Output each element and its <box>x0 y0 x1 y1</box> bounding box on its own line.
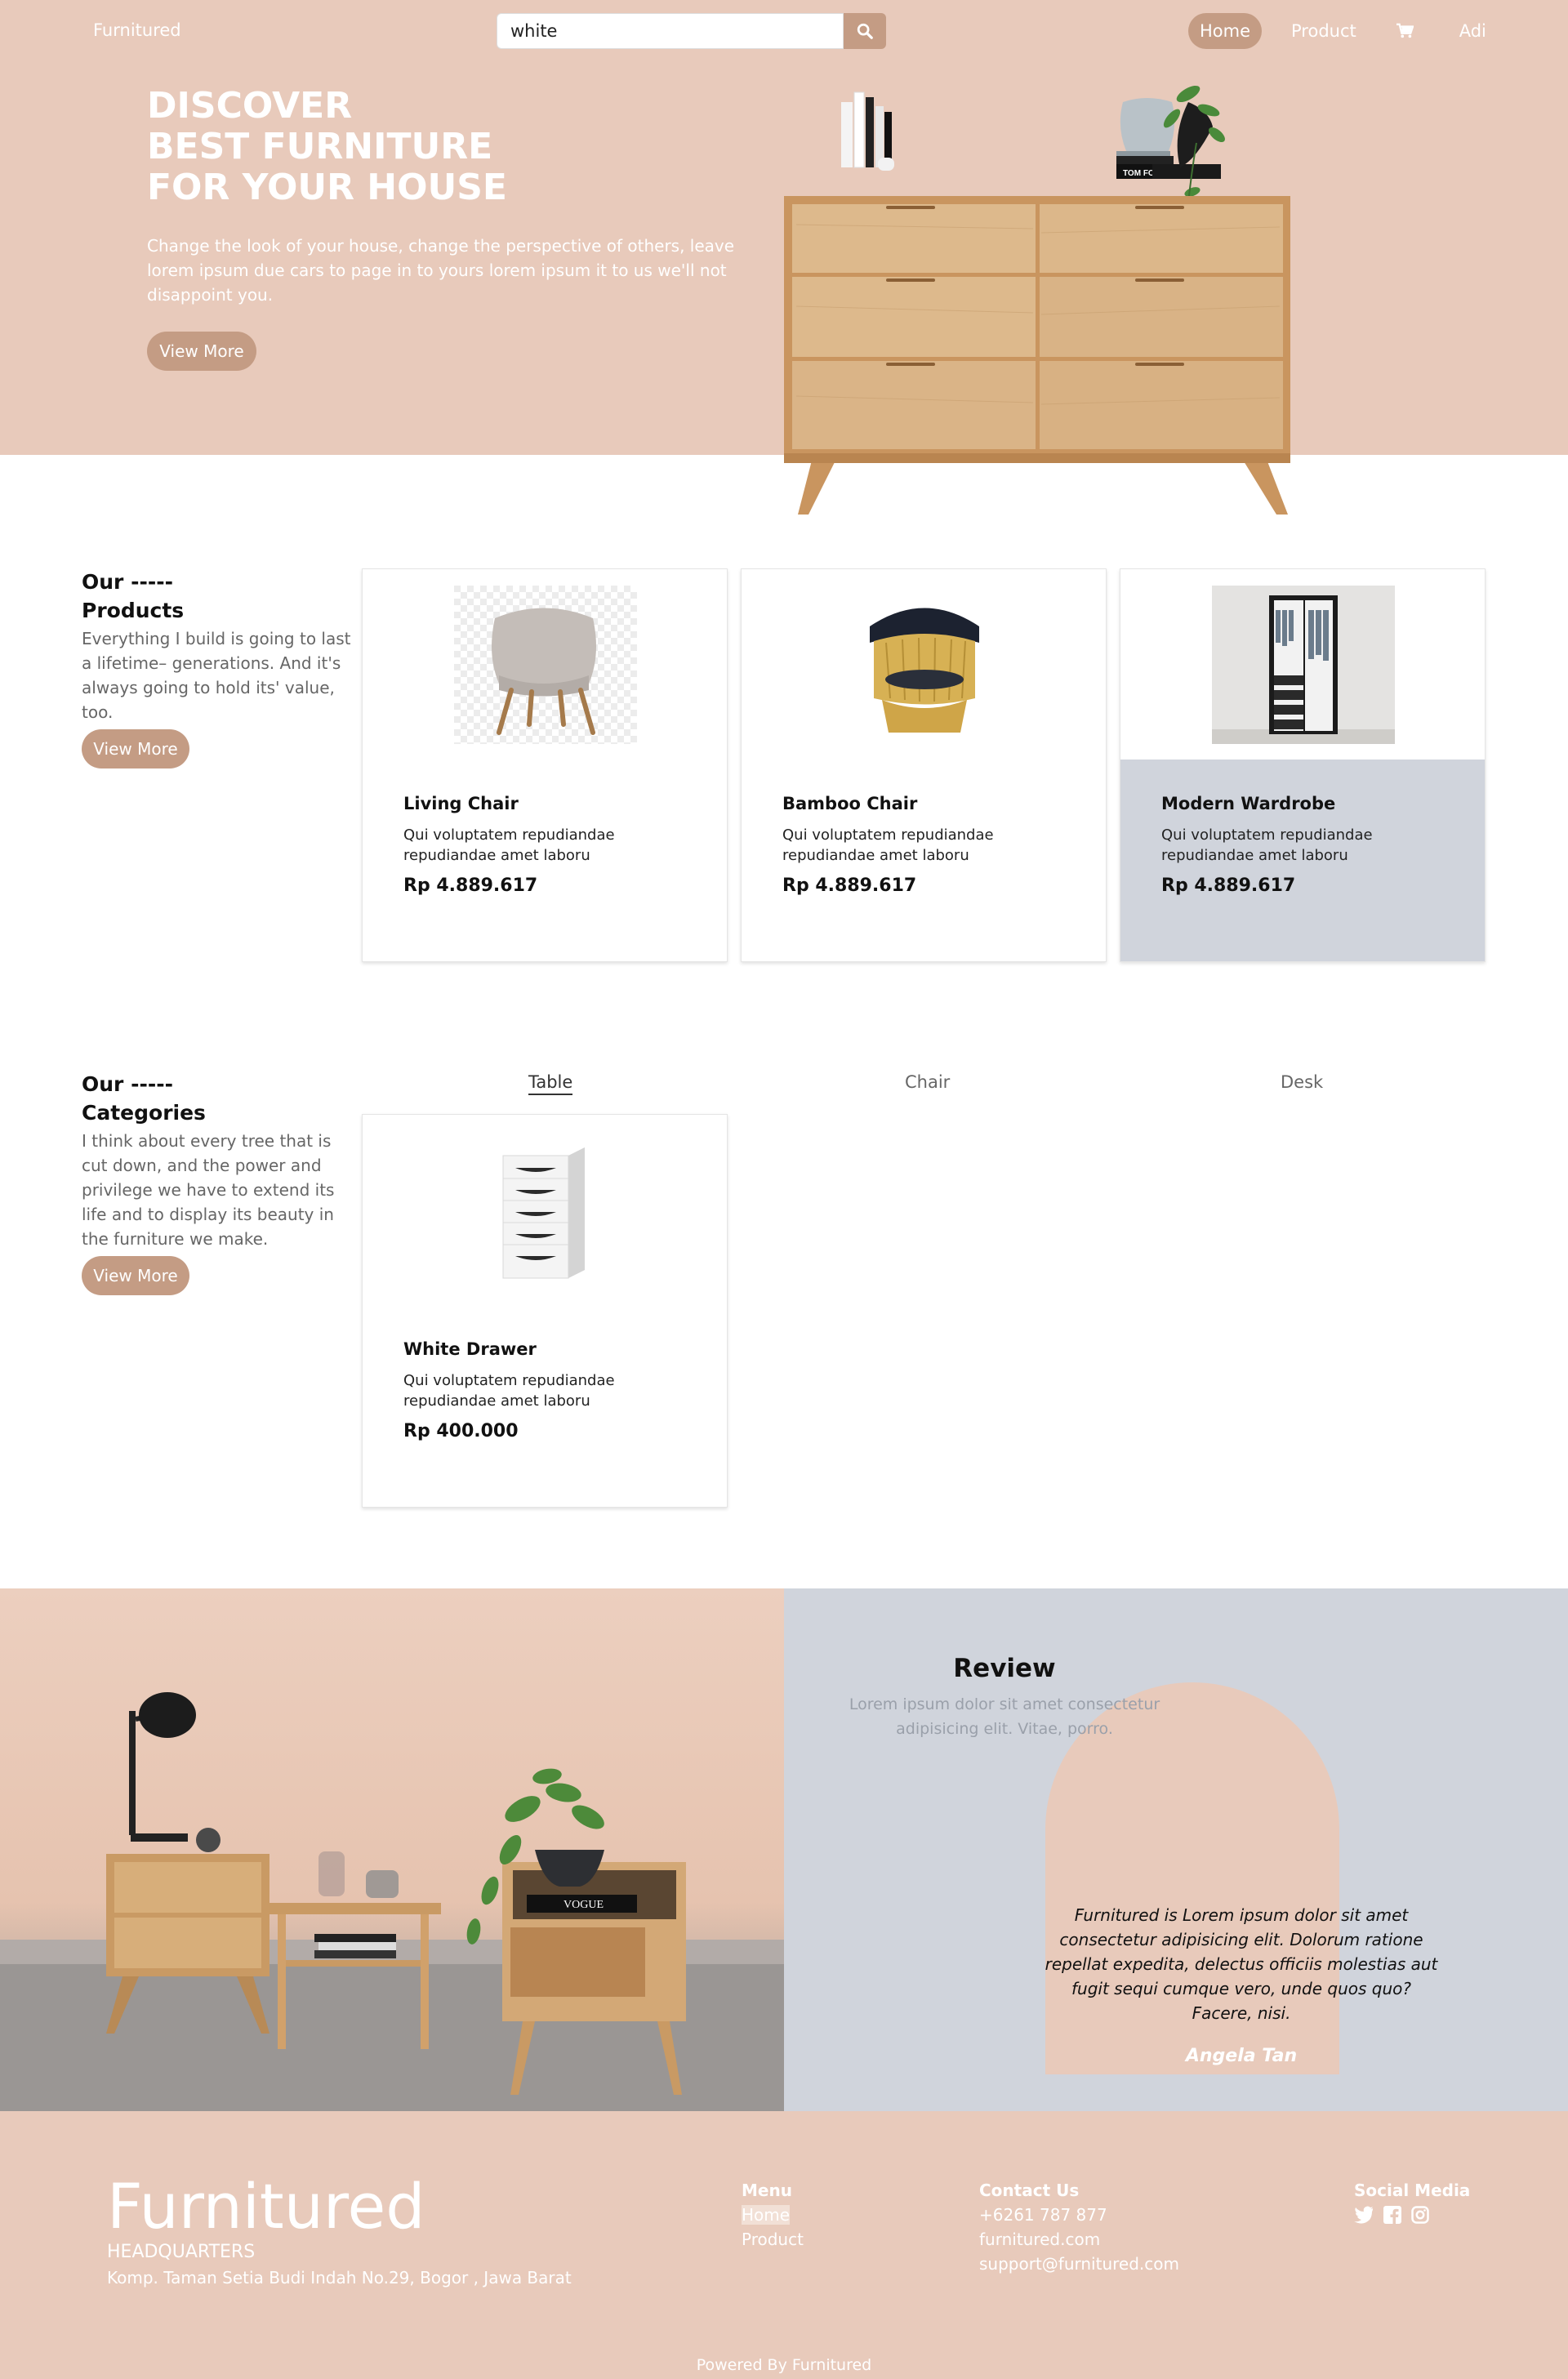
products-view-more-button[interactable]: View More <box>82 729 189 768</box>
hero-view-more-button[interactable]: View More <box>147 332 256 371</box>
category-card[interactable]: White Drawer Qui voluptatem repudiandae … <box>362 1114 728 1508</box>
categories-view-more-button[interactable]: View More <box>82 1256 189 1295</box>
product-name: Bamboo Chair <box>782 794 918 813</box>
product-description: Qui voluptatem repudiandae repudiandae a… <box>782 826 994 864</box>
nav-user[interactable]: Adi <box>1459 21 1486 41</box>
footer-social: Social Media <box>1354 2178 1470 2224</box>
nav-home[interactable]: Home <box>1188 13 1262 49</box>
hero-title-line: BEST FURNITURE <box>147 126 493 167</box>
hero-title-line: DISCOVER <box>147 85 353 127</box>
product-image <box>363 569 727 760</box>
review-title: Review <box>953 1654 1056 1683</box>
footer-website[interactable]: furnitured.com <box>979 2227 1179 2252</box>
cart-button[interactable] <box>1396 23 1414 39</box>
footer-email[interactable]: support@furnitured.com <box>979 2252 1179 2276</box>
products-title-top: Our ----- <box>82 570 173 594</box>
footer-social-heading: Social Media <box>1354 2181 1471 2200</box>
product-name: Living Chair <box>403 794 519 813</box>
footer-menu-heading: Menu <box>742 2181 792 2200</box>
product-price: Rp 4.889.617 <box>403 875 538 896</box>
review-subtitle: Lorem ipsum dolor sit amet consectetur a… <box>849 1695 1160 1738</box>
product-image <box>742 569 1106 760</box>
footer-address: Komp. Taman Setia Budi Indah No.29, Bogo… <box>107 2268 572 2288</box>
categories-section-header: Our ----- Categories I think about every… <box>82 1070 351 1295</box>
twitter-icon[interactable] <box>1354 2206 1374 2224</box>
nav-product[interactable]: Product <box>1291 21 1356 41</box>
main-nav: Home Product Adi <box>1188 13 1486 49</box>
search-button[interactable] <box>844 13 886 49</box>
product-name: Modern Wardrobe <box>1161 794 1336 813</box>
category-image <box>363 1115 727 1305</box>
footer: Furnitured HEADQUARTERS Komp. Taman Seti… <box>0 2111 1568 2379</box>
categories-description: I think about every tree that is cut dow… <box>82 1131 335 1249</box>
footer-phone[interactable]: +6261 787 877 <box>979 2203 1179 2227</box>
room-interior-image: VOGUE <box>0 1588 784 2111</box>
review-quote: Furnitured is Lorem ipsum dolor sit amet… <box>1045 1905 1438 2023</box>
footer-hq-label: HEADQUARTERS <box>107 2242 256 2262</box>
review-panel: Review Lorem ipsum dolor sit amet consec… <box>784 1588 1568 2111</box>
search-bar <box>497 13 886 49</box>
hero-title: DISCOVER BEST FURNITURE FOR YOUR HOUSE <box>147 86 735 208</box>
products-section-header: Our ----- Products Everything I build is… <box>82 568 351 768</box>
category-item-description: Qui voluptatem repudiandae repudiandae a… <box>403 1372 615 1410</box>
product-card[interactable]: Living Chair Qui voluptatem repudiandae … <box>362 568 728 962</box>
tab-desk[interactable]: Desk <box>1281 1072 1323 1092</box>
category-item-price: Rp 400.000 <box>403 1421 519 1441</box>
reviewer-name: Angela Tan <box>1185 2046 1298 2066</box>
footer-contact-heading: Contact Us <box>979 2181 1080 2200</box>
hero-title-line: FOR YOUR HOUSE <box>147 167 507 208</box>
products-description: Everything I build is going to last a li… <box>82 629 351 722</box>
footer-contact: Contact Us +6261 787 877 furnitured.com … <box>979 2178 1179 2276</box>
categories-title-top: Our ----- <box>82 1072 173 1096</box>
hero-description: Change the look of your house, change th… <box>147 236 735 305</box>
products-title: Products <box>82 599 185 622</box>
instagram-icon[interactable] <box>1411 2206 1429 2224</box>
footer-logo: Furnitured <box>107 2170 425 2243</box>
search-input[interactable] <box>497 13 844 49</box>
cart-icon <box>1396 23 1414 38</box>
product-price: Rp 4.889.617 <box>1161 875 1296 896</box>
category-item-name: White Drawer <box>403 1339 537 1359</box>
product-card[interactable]: Modern Wardrobe Qui voluptatem repudiand… <box>1120 568 1486 962</box>
product-description: Qui voluptatem repudiandae repudiandae a… <box>1161 826 1373 864</box>
footer-menu: Menu Home Product <box>742 2178 804 2252</box>
hero-dresser-image: TOM FORD <box>780 61 1303 519</box>
product-description: Qui voluptatem repudiandae repudiandae a… <box>403 826 615 864</box>
product-image <box>1120 569 1485 760</box>
facebook-icon[interactable] <box>1383 2206 1401 2224</box>
powered-by: Powered By Furnitured <box>696 2356 872 2374</box>
categories-title: Categories <box>82 1101 206 1125</box>
tab-table[interactable]: Table <box>528 1072 573 1095</box>
product-price: Rp 4.889.617 <box>782 875 917 896</box>
product-card[interactable]: Bamboo Chair Qui voluptatem repudiandae … <box>741 568 1107 962</box>
footer-link-home[interactable]: Home <box>742 2205 791 2225</box>
brand-logo[interactable]: Furnitured <box>93 20 181 40</box>
magazine-label: VOGUE <box>564 1899 604 1911</box>
search-icon <box>857 23 873 39</box>
tab-chair[interactable]: Chair <box>905 1072 950 1092</box>
footer-link-product[interactable]: Product <box>742 2227 804 2252</box>
